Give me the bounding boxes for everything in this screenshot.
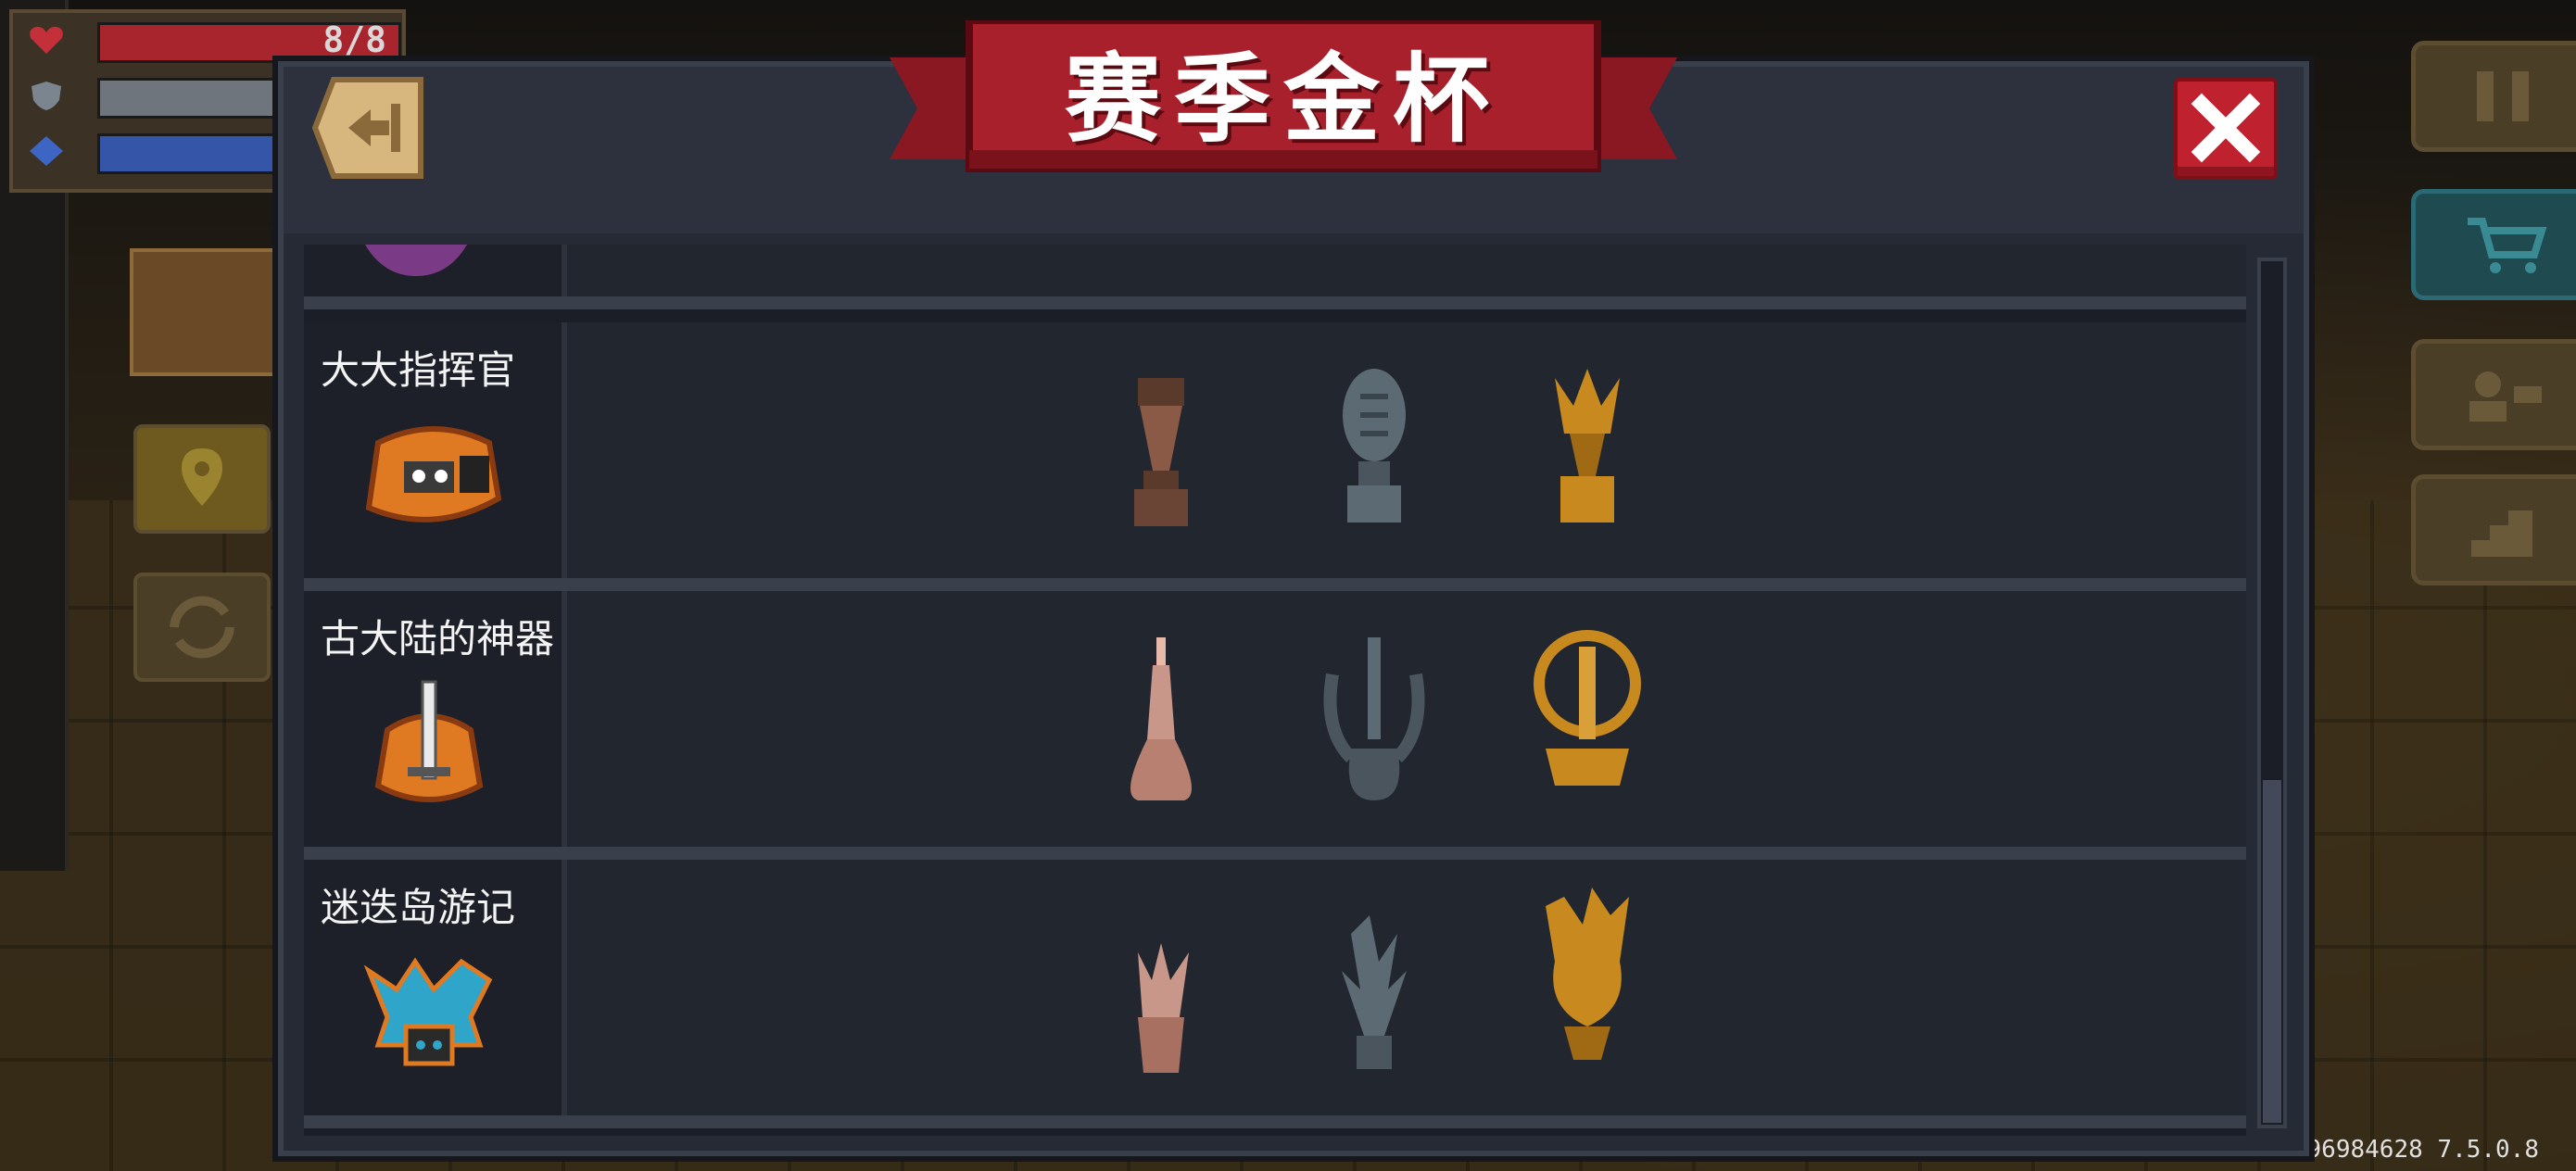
pause-button[interactable] bbox=[2411, 41, 2576, 152]
profile-card-icon bbox=[2469, 371, 2542, 422]
island-coral-badge-icon bbox=[363, 957, 493, 1066]
stairs-button[interactable] bbox=[2411, 474, 2576, 586]
ancient-sword-badge-icon bbox=[374, 680, 484, 802]
silver-coral-trophy bbox=[1342, 915, 1407, 1069]
trophy-list[interactable]: 大大指挥官 古大陆的神器 迷迭岛游记 bbox=[304, 245, 2246, 1136]
commander-badge-icon bbox=[365, 426, 502, 523]
cart-icon bbox=[2468, 218, 2547, 273]
list-item[interactable]: 古大陆的神器 bbox=[304, 591, 2246, 860]
location-pin-icon bbox=[182, 448, 222, 506]
partial-badge-icon bbox=[365, 245, 467, 276]
hp-value: 8/8 bbox=[322, 19, 386, 60]
panel-title: 赛季金杯 bbox=[1064, 43, 1502, 156]
heart-icon bbox=[30, 26, 63, 54]
hp-stat: 8/8 bbox=[28, 19, 401, 63]
list-item[interactable]: 迷迭岛游记 bbox=[304, 860, 2246, 1128]
season-trophy-panel: 大大指挥官 古大陆的神器 迷迭岛游记 bbox=[278, 61, 2309, 1156]
inventory-bag-icon[interactable] bbox=[130, 248, 291, 376]
shop-button[interactable] bbox=[2411, 189, 2576, 300]
item-name: 古大陆的神器 bbox=[321, 616, 555, 661]
silver-sword-trophy bbox=[1323, 637, 1425, 800]
swap-character-button[interactable] bbox=[133, 573, 271, 682]
swap-icon bbox=[170, 596, 234, 659]
list-scrollbar[interactable] bbox=[2257, 258, 2287, 1128]
title-banner: 赛季金杯 bbox=[890, 20, 1677, 187]
list-item[interactable]: 大大指挥官 bbox=[304, 322, 2246, 591]
bronze-commander-trophy bbox=[1134, 378, 1188, 526]
energy-diamond-icon bbox=[30, 136, 63, 166]
shield-icon bbox=[32, 82, 61, 110]
close-button[interactable] bbox=[2174, 78, 2278, 180]
list-item-partial bbox=[304, 245, 2246, 309]
bronze-sword-trophy bbox=[1130, 637, 1192, 800]
pause-icon bbox=[2477, 71, 2529, 121]
map-location-button[interactable] bbox=[133, 424, 271, 534]
profile-button[interactable] bbox=[2411, 339, 2576, 450]
stairs-icon bbox=[2471, 510, 2532, 557]
silver-commander-trophy bbox=[1343, 369, 1406, 523]
item-name: 大大指挥官 bbox=[321, 347, 516, 393]
bronze-coral-trophy bbox=[1138, 943, 1189, 1073]
gold-sword-trophy bbox=[1534, 630, 1641, 786]
close-icon bbox=[2191, 93, 2261, 163]
gold-commander-trophy bbox=[1555, 369, 1620, 523]
gold-coral-trophy bbox=[1546, 888, 1629, 1060]
back-arrow-icon bbox=[311, 77, 423, 179]
item-name: 迷迭岛游记 bbox=[321, 885, 516, 930]
scrollbar-thumb[interactable] bbox=[2263, 780, 2281, 1123]
back-button[interactable] bbox=[311, 76, 428, 180]
